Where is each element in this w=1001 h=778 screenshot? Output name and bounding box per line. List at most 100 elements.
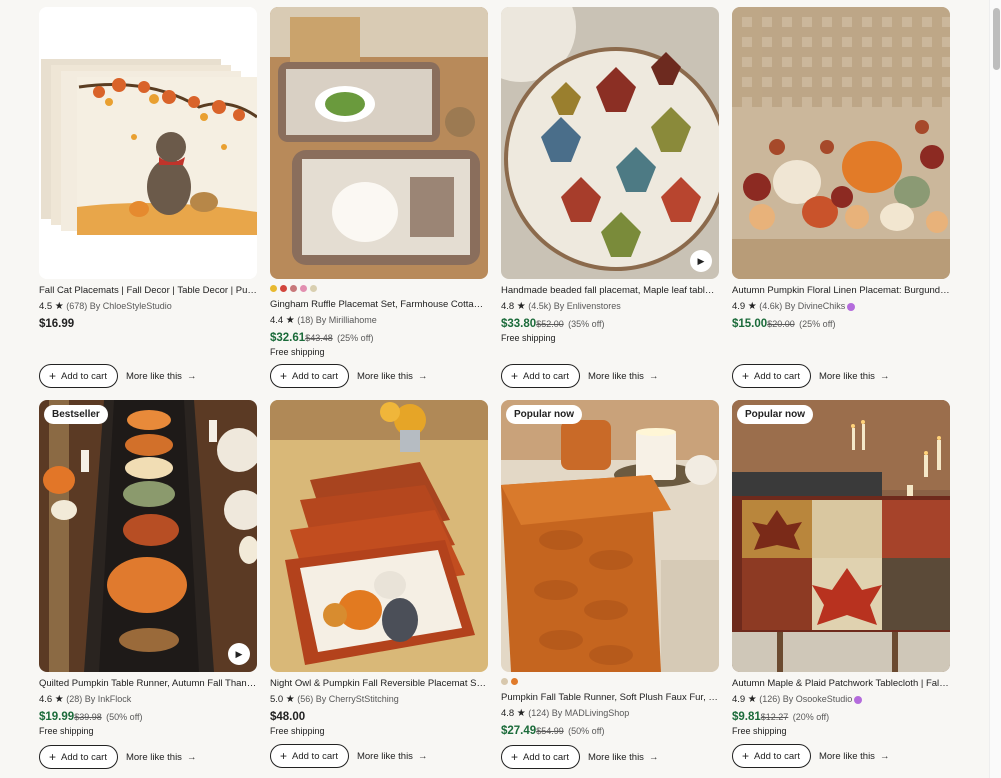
play-icon[interactable]: ▶ — [228, 643, 250, 665]
star-seller-icon — [847, 302, 856, 311]
price-row: $16.99 — [39, 316, 257, 331]
swatch-beige[interactable] — [310, 285, 317, 292]
product-title[interactable]: Quilted Pumpkin Table Runner, Autumn Fal… — [39, 678, 257, 690]
more-like-this-link[interactable]: More like this → — [357, 751, 427, 762]
review-count: (678) — [66, 301, 88, 311]
add-to-cart-button[interactable]: + Add to cart — [39, 364, 118, 388]
vertical-scrollbar[interactable] — [989, 0, 1001, 778]
product-card[interactable]: Popular now Autumn Maple & Plaid Patchwo… — [732, 400, 950, 778]
plush-runner-image — [501, 400, 719, 672]
product-card[interactable]: Popular now Pumpkin Fall Table Runner, S… — [501, 400, 719, 778]
scrollbar-thumb[interactable] — [993, 8, 1000, 70]
product-image[interactable]: Popular now — [732, 400, 950, 672]
original-price: $12.27 — [760, 712, 789, 722]
swatch-yellow[interactable] — [270, 285, 277, 292]
card-actions: + Add to cart More like this → — [39, 364, 196, 388]
review-count: (124) — [528, 708, 550, 718]
shop-name[interactable]: By ChloeStyleStudio — [90, 301, 172, 311]
shop-name[interactable]: By CherryStStitching — [316, 694, 399, 704]
add-to-cart-button[interactable]: + Add to cart — [732, 744, 811, 768]
rating-value: 4.5 — [39, 301, 53, 312]
discount: (20% off) — [792, 712, 830, 722]
product-card[interactable]: Bestseller ▶ Quilted Pumpkin Table Runne… — [39, 400, 257, 778]
product-image[interactable]: Bestseller ▶ — [39, 400, 257, 672]
plus-icon: + — [511, 369, 519, 383]
product-card[interactable]: Autumn Pumpkin Floral Linen Placemat: Bu… — [732, 7, 950, 400]
more-like-this-link[interactable]: More like this → — [588, 752, 658, 763]
more-like-this-link[interactable]: More like this → — [588, 371, 658, 382]
price: $15.00 — [732, 318, 768, 330]
shop-name[interactable]: By MADLivingShop — [552, 708, 630, 718]
product-image[interactable] — [270, 7, 488, 279]
arrow-right-icon: → — [648, 751, 659, 763]
price: $48.00 — [270, 711, 306, 723]
star-icon: ★ — [747, 301, 757, 312]
plus-icon: + — [511, 750, 519, 764]
add-to-cart-button[interactable]: + Add to cart — [501, 364, 580, 388]
price-row: $19.99$39.98 (50% off) — [39, 709, 257, 724]
add-to-cart-button[interactable]: + Add to cart — [39, 745, 118, 769]
add-to-cart-button[interactable]: + Add to cart — [270, 744, 349, 768]
product-rating: 4.8 ★ (4.5k) By Enlivenstores — [501, 300, 719, 313]
more-like-this-link[interactable]: More like this → — [819, 751, 889, 762]
more-like-this-label: More like this — [587, 751, 644, 763]
swatch-pink[interactable] — [300, 285, 307, 292]
shop-name[interactable]: By InkFlock — [85, 694, 132, 704]
product-title[interactable]: Handmade beaded fall placemat, Maple lea… — [501, 285, 719, 297]
product-image[interactable] — [732, 7, 950, 279]
add-to-cart-button[interactable]: + Add to cart — [501, 745, 580, 769]
product-card[interactable]: Gingham Ruffle Placemat Set, Farmhouse C… — [270, 7, 488, 400]
add-to-cart-button[interactable]: + Add to cart — [732, 364, 811, 388]
color-swatches[interactable] — [270, 285, 488, 293]
product-title[interactable]: Pumpkin Fall Table Runner, Soft Plush Fa… — [501, 692, 719, 704]
play-icon[interactable]: ▶ — [690, 250, 712, 272]
more-like-this-link[interactable]: More like this → — [126, 752, 196, 763]
add-to-cart-label: Add to cart — [754, 750, 800, 762]
card-actions: + Add to cart More like this → — [501, 745, 658, 769]
price-row: $15.00$20.00 (25% off) — [732, 316, 950, 331]
original-price: $54.99 — [536, 726, 564, 736]
review-count: (56) — [297, 694, 314, 704]
product-image[interactable] — [39, 7, 257, 279]
product-card[interactable]: Fall Cat Placemats | Fall Decor | Table … — [39, 7, 257, 400]
add-to-cart-label: Add to cart — [523, 370, 569, 382]
add-to-cart-button[interactable]: + Add to cart — [270, 364, 349, 388]
swatch-rose[interactable] — [290, 285, 297, 292]
more-like-this-label: More like this — [125, 370, 182, 382]
review-count: (4.6k) — [759, 301, 783, 311]
rating-value: 4.8 — [501, 301, 515, 312]
card-actions: + Add to cart More like this → — [732, 744, 889, 768]
shipping-label: Free shipping — [732, 726, 787, 736]
rating-value: 4.6 — [39, 694, 53, 705]
shop-name[interactable]: By Mirilliahome — [316, 315, 377, 325]
product-title[interactable]: Autumn Maple & Plaid Patchwork Tableclot… — [732, 678, 950, 690]
product-image[interactable]: ▶ — [501, 7, 719, 279]
product-title[interactable]: Night Owl & Pumpkin Fall Reversible Plac… — [270, 678, 488, 690]
product-image[interactable]: Popular now — [501, 400, 719, 672]
more-like-this-link[interactable]: More like this → — [819, 371, 889, 382]
arrow-right-icon: → — [186, 751, 197, 763]
product-card[interactable]: Night Owl & Pumpkin Fall Reversible Plac… — [270, 400, 488, 778]
shop-name[interactable]: By DivineChiks — [785, 301, 846, 311]
price: $33.80 — [501, 318, 537, 330]
product-title[interactable]: Fall Cat Placemats | Fall Decor | Table … — [39, 285, 257, 297]
star-icon: ★ — [285, 694, 295, 705]
price: $19.99 — [39, 711, 75, 723]
price-row: $27.49$54.99 (50% off) — [501, 723, 719, 738]
price-row: $33.80$52.00 (35% off) — [501, 316, 719, 331]
product-title[interactable]: Gingham Ruffle Placemat Set, Farmhouse C… — [270, 299, 488, 311]
price-row: $32.61$43.48 (25% off) — [270, 330, 488, 345]
shop-name[interactable]: By OsookeStudio — [783, 694, 853, 704]
shop-name[interactable]: By Enlivenstores — [554, 301, 621, 311]
color-swatches[interactable] — [501, 678, 719, 686]
review-count: (28) — [66, 694, 83, 704]
swatch-red[interactable] — [280, 285, 287, 292]
product-card[interactable]: ▶ Handmade beaded fall placemat, Maple l… — [501, 7, 719, 400]
product-title[interactable]: Autumn Pumpkin Floral Linen Placemat: Bu… — [732, 285, 950, 297]
more-like-this-link[interactable]: More like this → — [357, 371, 427, 382]
review-count: (126) — [759, 694, 781, 704]
product-image[interactable] — [270, 400, 488, 672]
more-like-this-link[interactable]: More like this → — [126, 371, 196, 382]
swatch-cream[interactable] — [501, 678, 508, 685]
swatch-orange[interactable] — [511, 678, 518, 685]
